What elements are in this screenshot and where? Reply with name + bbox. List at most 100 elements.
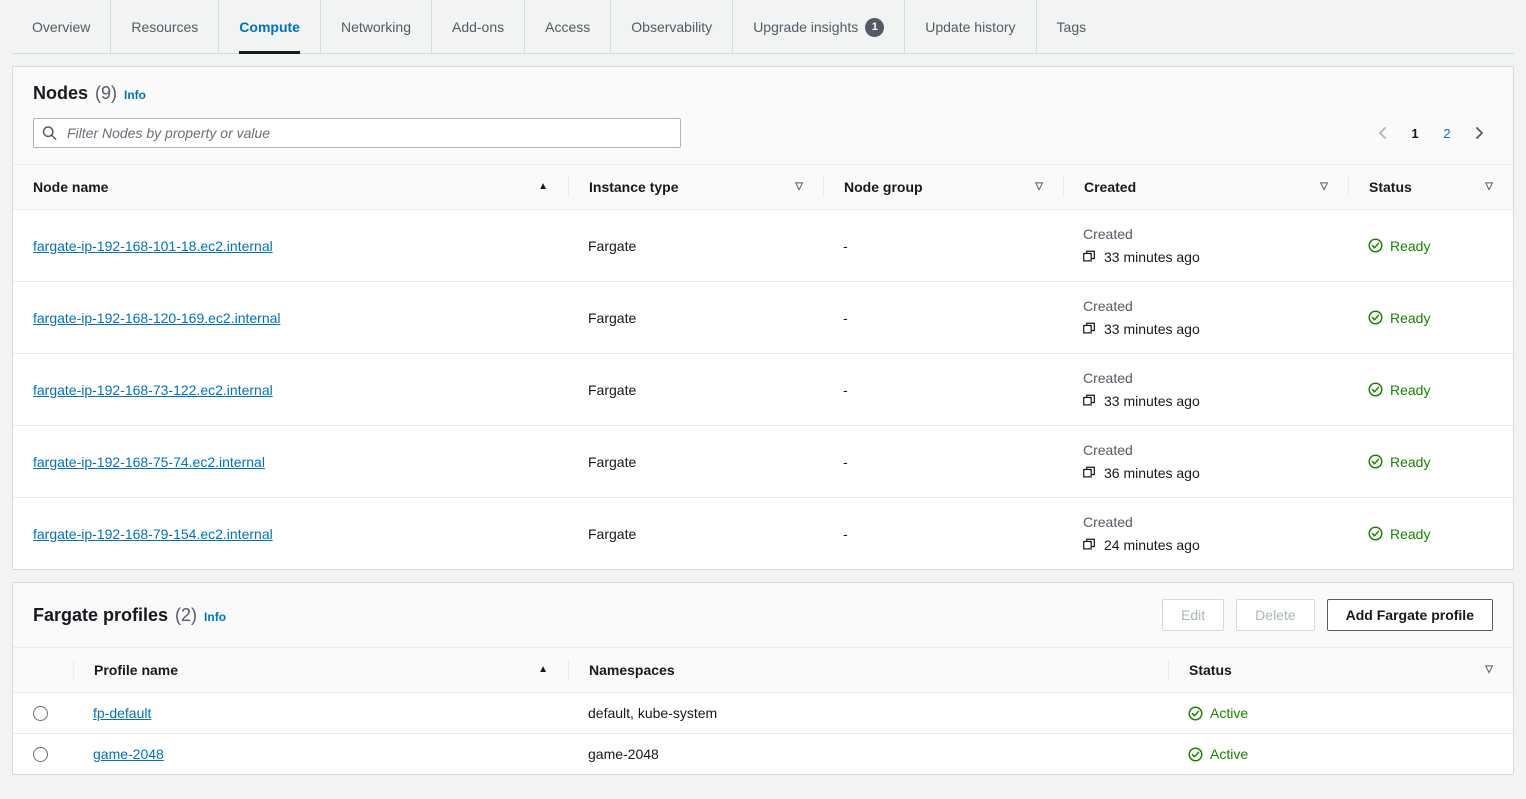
column-label: Instance type	[589, 179, 679, 195]
delete-button[interactable]: Delete	[1236, 599, 1315, 631]
pagination-prev-button[interactable]	[1369, 119, 1397, 147]
tab-access[interactable]: Access	[525, 0, 612, 54]
copy-icon[interactable]	[1083, 538, 1096, 552]
status-badge: Ready	[1390, 237, 1431, 254]
tab-tags[interactable]: Tags	[1037, 0, 1107, 54]
cell-instance-type: Fargate	[588, 525, 637, 542]
cell-profile-status: Active	[1168, 692, 1513, 734]
cluster-tab-bar: Overview Resources Compute Networking Ad…	[0, 0, 1526, 54]
column-header-namespaces[interactable]: Namespaces	[568, 647, 1168, 693]
tab-label: Update history	[925, 19, 1016, 35]
fargate-table-body: fp-default default, kube-system Active g…	[13, 692, 1513, 775]
column-header-select	[13, 647, 73, 693]
copy-icon[interactable]	[1083, 250, 1096, 264]
column-header-profile-name[interactable]: Profile name ▲	[73, 647, 568, 693]
cell-instance-type: Fargate	[568, 425, 823, 498]
upgrade-insights-badge: 1	[865, 17, 885, 37]
tab-observability[interactable]: Observability	[611, 0, 734, 54]
created-label: Created	[1083, 442, 1133, 458]
cell-created: Created 36 minutes ago	[1063, 425, 1348, 498]
cell-status: Ready	[1348, 498, 1513, 570]
node-name-link[interactable]: fargate-ip-192-168-101-18.ec2.internal	[33, 238, 273, 254]
tab-overview[interactable]: Overview	[12, 0, 112, 54]
fargate-profiles-title: Fargate profiles	[33, 604, 169, 625]
cell-profile-name: fp-default	[73, 692, 568, 734]
cell-node-name: fargate-ip-192-168-75-74.ec2.internal	[13, 425, 568, 498]
table-row: fargate-ip-192-168-101-18.ec2.internal F…	[13, 209, 1513, 282]
tab-update-history[interactable]: Update history	[905, 0, 1037, 54]
profile-name-link[interactable]: game-2048	[93, 746, 164, 762]
sort-ascending-icon: ▲	[538, 664, 548, 675]
cell-select	[13, 692, 73, 734]
nodes-filter-row: 1 2	[33, 104, 1493, 164]
copy-icon[interactable]	[1083, 466, 1096, 480]
fargate-table-head: Profile name ▲ Namespaces Status ▽	[13, 647, 1513, 693]
column-label: Namespaces	[589, 662, 675, 678]
tab-label: Upgrade insights	[753, 19, 859, 35]
column-label: Status	[1189, 662, 1232, 678]
table-header-row: Node name ▲ Instance type ▽ Node group ▽	[13, 164, 1513, 210]
node-name-link[interactable]: fargate-ip-192-168-75-74.ec2.internal	[33, 454, 265, 470]
created-label: Created	[1083, 514, 1133, 530]
node-name-link[interactable]: fargate-ip-192-168-73-122.ec2.internal	[33, 382, 273, 398]
sort-icon: ▽	[1485, 181, 1493, 192]
add-fargate-profile-button[interactable]: Add Fargate profile	[1326, 599, 1493, 631]
pagination-page-2[interactable]: 2	[1433, 119, 1461, 147]
created-value: 33 minutes ago	[1104, 321, 1200, 337]
status-ok-icon	[1368, 454, 1383, 469]
cell-node-group: -	[843, 525, 848, 542]
cell-profile-status: Active	[1168, 734, 1513, 775]
fargate-info-link[interactable]: Info	[204, 610, 226, 624]
cell-namespaces: game-2048	[588, 746, 659, 762]
column-header-profile-status[interactable]: Status ▽	[1168, 647, 1513, 693]
edit-button[interactable]: Edit	[1162, 599, 1225, 631]
status-ok-icon	[1368, 526, 1383, 541]
tab-label: Compute	[239, 19, 300, 35]
table-row: game-2048 game-2048 Active	[13, 734, 1513, 775]
page-title: Nodes	[33, 83, 89, 103]
row-radio-button[interactable]	[33, 746, 48, 762]
row-radio-button[interactable]	[33, 705, 48, 721]
node-name-link[interactable]: fargate-ip-192-168-79-154.ec2.internal	[33, 526, 273, 542]
fargate-profiles-panel: Fargate profiles (2) Info Edit Delete Ad…	[12, 582, 1514, 775]
tab-label: Networking	[340, 19, 411, 35]
column-label: Node group	[844, 179, 923, 195]
sort-icon: ▽	[1485, 664, 1493, 675]
pagination-page-1[interactable]: 1	[1401, 119, 1429, 147]
sort-ascending-icon: ▲	[538, 181, 548, 192]
table-row: fargate-ip-192-168-120-169.ec2.internal …	[13, 281, 1513, 354]
copy-icon[interactable]	[1083, 322, 1096, 336]
status-ok-icon	[1368, 382, 1383, 397]
status-badge: Ready	[1390, 381, 1431, 398]
tab-compute[interactable]: Compute	[219, 0, 321, 54]
node-name-link[interactable]: fargate-ip-192-168-120-169.ec2.internal	[33, 310, 281, 326]
pagination-next-button[interactable]	[1465, 119, 1493, 147]
cell-node-group: -	[823, 209, 1063, 282]
column-label: Created	[1084, 179, 1137, 195]
column-label: Profile name	[94, 662, 179, 678]
cell-status: Ready	[1348, 281, 1513, 354]
copy-icon[interactable]	[1083, 394, 1096, 408]
tab-label: Resources	[131, 19, 199, 35]
column-label: Node name	[33, 179, 109, 195]
created-value: 33 minutes ago	[1104, 249, 1200, 265]
tab-networking[interactable]: Networking	[321, 0, 432, 54]
table-row: fargate-ip-192-168-75-74.ec2.internal Fa…	[13, 425, 1513, 498]
cell-node-name: fargate-ip-192-168-120-169.ec2.internal	[13, 281, 568, 354]
column-header-node-name[interactable]: Node name ▲	[13, 164, 568, 210]
search-input[interactable]	[33, 118, 681, 148]
column-header-node-group[interactable]: Node group ▽	[823, 164, 1063, 210]
nodes-table-head: Node name ▲ Instance type ▽ Node group ▽	[13, 164, 1513, 210]
column-header-status[interactable]: Status ▽	[1348, 164, 1513, 210]
tab-resources[interactable]: Resources	[111, 0, 220, 54]
tab-upgrade-insights[interactable]: Upgrade insights 1	[733, 0, 906, 54]
column-header-created[interactable]: Created ▽	[1063, 164, 1348, 210]
table-row: fargate-ip-192-168-73-122.ec2.internal F…	[13, 353, 1513, 426]
tab-add-ons[interactable]: Add-ons	[432, 0, 526, 54]
sort-icon: ▽	[1035, 181, 1043, 192]
profile-name-link[interactable]: fp-default	[93, 705, 151, 721]
column-header-instance-type[interactable]: Instance type ▽	[568, 164, 823, 210]
cell-created: Created 24 minutes ago	[1063, 498, 1348, 570]
cell-status: Ready	[1348, 425, 1513, 498]
nodes-info-link[interactable]: Info	[124, 88, 146, 102]
